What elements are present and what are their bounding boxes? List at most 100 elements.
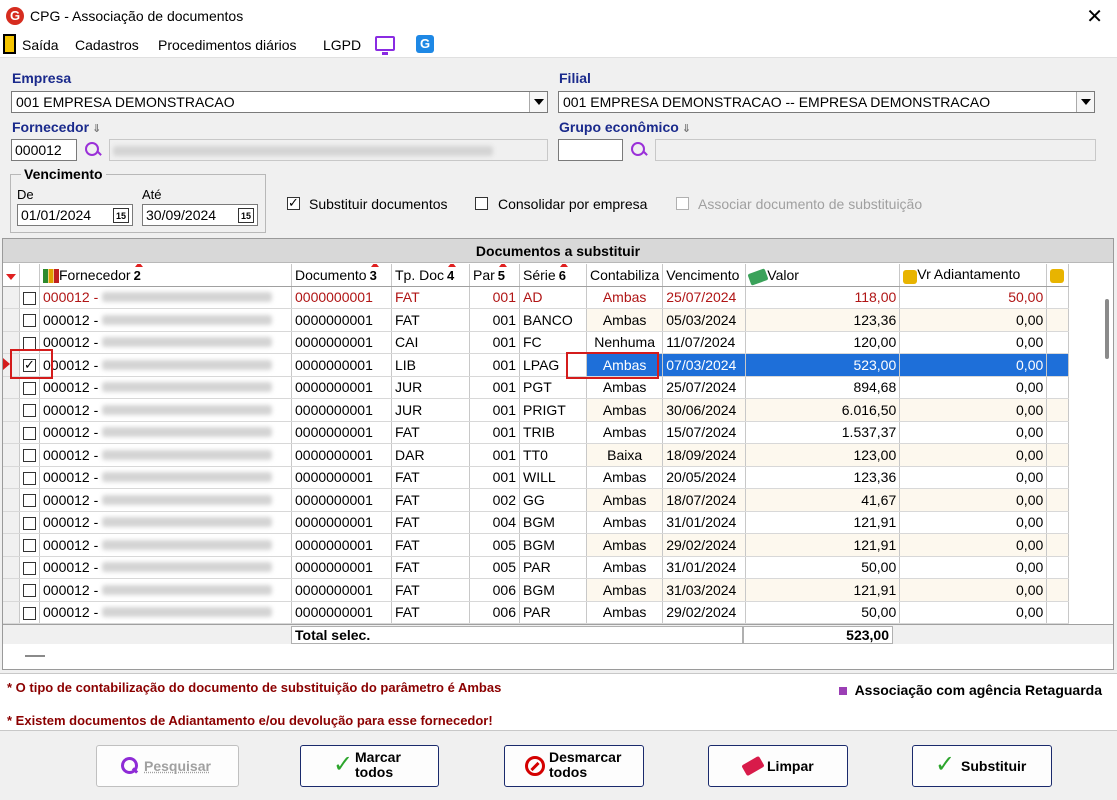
substituir-checkbox[interactable]	[287, 195, 300, 211]
cell-extra	[1046, 331, 1070, 354]
close-icon[interactable]: ✕	[1086, 4, 1103, 29]
calendar-icon[interactable]: 15	[238, 208, 254, 223]
cell-extra	[1046, 308, 1070, 332]
table-row[interactable]: 000012 - 0000000001 FAT 005 PAR Ambas 31/01/2…	[3, 556, 1070, 579]
row-checkbox[interactable]	[23, 404, 36, 418]
table-row[interactable]: 000012 - 0000000001 FAT 001 BANCO Ambas 05/03…	[3, 308, 1070, 332]
ate-date-input[interactable]: 30/09/2024 15	[142, 204, 258, 226]
cell-vr-adiantamento: 0,00	[899, 578, 1048, 602]
row-indicator[interactable]	[3, 308, 20, 332]
table-row[interactable]: 000012 - 0000000001 CAI 001 FC Nenhuma 11/07/…	[3, 331, 1070, 354]
header-tpdoc[interactable]: Tp. Doc 4	[391, 264, 470, 287]
fornecedor-code-input[interactable]: 000012	[11, 139, 77, 161]
row-checkbox[interactable]	[23, 606, 36, 620]
row-checkbox[interactable]	[23, 381, 36, 395]
row-checkbox[interactable]	[23, 494, 36, 508]
de-date-input[interactable]: 01/01/2024 15	[17, 204, 133, 226]
table-row[interactable]: 000012 - 0000000001 JUR 001 PRIGT Ambas 30/06…	[3, 398, 1070, 422]
filial-select[interactable]: 001 EMPRESA DEMONSTRACAO -- EMPRESA DEMO…	[558, 91, 1095, 113]
header-contabiliza[interactable]: Contabiliza	[586, 264, 664, 287]
g-app-icon[interactable]: G	[416, 35, 434, 53]
table-row[interactable]: 000012 - 0000000001LIB001LPAGAmbas07/03/…	[3, 353, 1070, 377]
consolidar-checkbox[interactable]	[475, 197, 488, 210]
row-checkbox[interactable]	[23, 314, 36, 328]
row-checkbox-cell[interactable]	[19, 488, 40, 512]
search-icon[interactable]	[84, 141, 102, 159]
row-checkbox-cell[interactable]	[19, 443, 40, 467]
row-checkbox-cell[interactable]	[19, 421, 40, 444]
calendar-icon[interactable]: 15	[113, 208, 129, 223]
row-indicator[interactable]	[3, 421, 20, 444]
scroll-handle[interactable]	[25, 655, 45, 657]
header-documento[interactable]: Documento 3	[291, 264, 392, 287]
cell-par: 005	[469, 556, 520, 579]
menu-lgpd[interactable]: LGPD	[323, 37, 361, 53]
row-indicator[interactable]	[3, 443, 20, 467]
header-vencimento[interactable]: Vencimento	[662, 264, 747, 287]
menu-cadastros[interactable]: Cadastros	[75, 37, 139, 53]
row-indicator[interactable]	[3, 398, 20, 422]
vertical-scrollbar[interactable]	[1105, 299, 1109, 359]
row-checkbox-cell[interactable]	[19, 376, 40, 399]
row-checkbox-cell[interactable]	[19, 286, 40, 309]
table-row[interactable]: 000012 - 0000000001 FAT 005 BGM Ambas 29/02/2…	[3, 533, 1070, 557]
table-row[interactable]: 000012 - 0000000001 FAT 001 TRIB Ambas 15/07/…	[3, 421, 1070, 444]
chevron-down-icon[interactable]	[529, 92, 547, 112]
row-checkbox[interactable]	[23, 584, 36, 598]
desmarcar-todos-button[interactable]: Desmarcar todos	[504, 745, 644, 787]
row-indicator[interactable]	[3, 533, 20, 557]
table-row[interactable]: 000012 - 0000000001 DAR 001 TT0 Baixa 18/09/2…	[3, 443, 1070, 467]
header-fornecedor[interactable]: Fornecedor 2	[39, 264, 292, 287]
cell-documento: 0000000001	[291, 466, 392, 489]
row-indicator[interactable]	[3, 556, 20, 579]
grupo-code-input[interactable]	[558, 139, 623, 161]
substituir-button[interactable]: Substituir	[912, 745, 1052, 787]
cell-serie: TRIB	[519, 421, 587, 444]
row-checkbox[interactable]	[23, 516, 36, 530]
table-row[interactable]: 000012 - 0000000001 JUR 001 PGT Ambas 25/07/2…	[3, 376, 1070, 399]
row-checkbox-cell[interactable]	[19, 601, 40, 624]
chevron-down-icon[interactable]	[1076, 92, 1094, 112]
row-checkbox-cell[interactable]	[19, 398, 40, 422]
header-vr-adiantamento[interactable]: Vr Adiantamento	[899, 264, 1048, 287]
row-checkbox-cell[interactable]	[19, 556, 40, 579]
row-indicator[interactable]	[3, 578, 20, 602]
row-checkbox-cell[interactable]	[19, 578, 40, 602]
marcar-todos-button[interactable]: Marcartodos	[300, 745, 439, 787]
row-indicator[interactable]	[3, 601, 20, 624]
row-indicator[interactable]	[3, 376, 20, 399]
row-checkbox-cell[interactable]	[19, 308, 40, 332]
header-valor[interactable]: Valor	[745, 264, 901, 287]
table-row[interactable]: 000012 - 0000000001 FAT 004 BGM Ambas 31/01/2…	[3, 511, 1070, 534]
table-row[interactable]: 000012 - 0000000001 FAT 006 PAR Ambas 29/02/2…	[3, 601, 1070, 624]
row-checkbox-cell[interactable]	[19, 466, 40, 489]
header-serie[interactable]: Série 6	[519, 264, 587, 287]
row-indicator[interactable]	[3, 466, 20, 489]
table-row[interactable]: 000012 - 0000000001 FAT 006 BGM Ambas 31/03/2…	[3, 578, 1070, 602]
table-row[interactable]: 000012 - 0000000001 FAT 001 WILL Ambas 20/05/…	[3, 466, 1070, 489]
row-checkbox-cell[interactable]	[19, 511, 40, 534]
row-indicator[interactable]	[3, 286, 20, 309]
row-checkbox[interactable]	[23, 336, 36, 350]
monitor-icon[interactable]	[375, 36, 395, 55]
row-checkbox[interactable]	[23, 291, 36, 305]
search-icon[interactable]	[630, 141, 648, 159]
exit-door-icon[interactable]	[3, 34, 16, 54]
header-par[interactable]: Par 5	[469, 264, 520, 287]
grid-corner[interactable]	[3, 264, 20, 287]
row-indicator[interactable]	[3, 488, 20, 512]
row-checkbox[interactable]	[23, 449, 36, 463]
empresa-select[interactable]: 001 EMPRESA DEMONSTRACAO	[11, 91, 548, 113]
row-checkbox[interactable]	[23, 426, 36, 440]
menu-procedimentos-diarios[interactable]: Procedimentos diários	[158, 37, 297, 53]
row-checkbox-cell[interactable]	[19, 533, 40, 557]
menu-saida[interactable]: Saída	[22, 37, 59, 53]
table-row[interactable]: 000012 - 0000000001 FAT 002 GG Ambas 18/07/20…	[3, 488, 1070, 512]
row-checkbox[interactable]	[23, 539, 36, 553]
row-checkbox[interactable]	[23, 561, 36, 575]
row-indicator[interactable]	[3, 511, 20, 534]
pesquisar-button[interactable]: Pesquisar	[96, 745, 239, 787]
limpar-button[interactable]: Limpar	[708, 745, 848, 787]
row-checkbox[interactable]	[23, 471, 36, 485]
table-row[interactable]: 000012 - 0000000001 FAT 001 AD Ambas 25/07/20…	[3, 286, 1070, 309]
